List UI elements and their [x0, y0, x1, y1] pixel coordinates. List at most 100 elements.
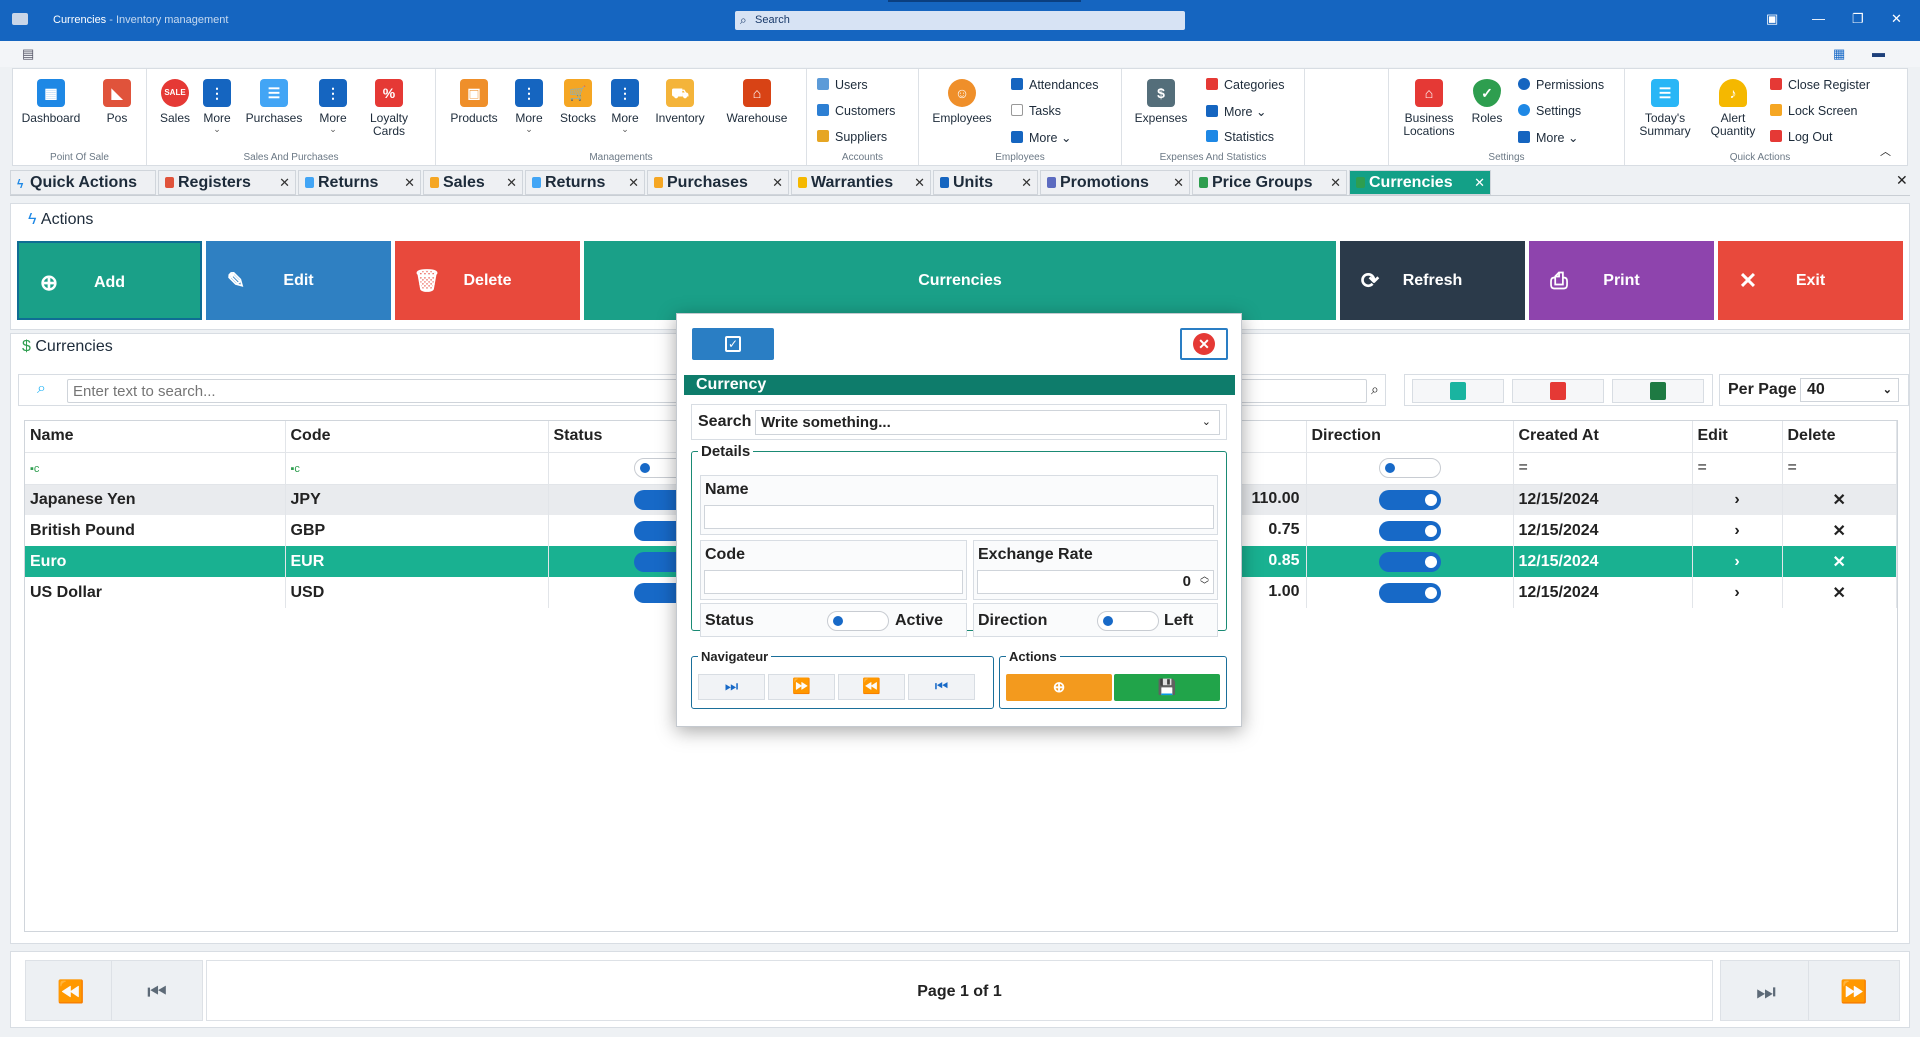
roles-button[interactable]: ✓ Roles [1467, 75, 1507, 125]
delete-row-icon[interactable]: ✕ [1782, 546, 1897, 577]
edit-row-icon[interactable]: › [1692, 577, 1783, 608]
direction-toggle[interactable] [1378, 582, 1441, 603]
tab-warranties[interactable]: Warranties ✕ [791, 170, 931, 195]
tab-promotions[interactable]: Promotions ✕ [1040, 170, 1190, 195]
add-button[interactable]: ⊕ Add [17, 241, 202, 320]
alert-quantity-button[interactable]: ♪ Alert Quantity [1705, 75, 1761, 138]
next-record-button[interactable]: ⏩ [768, 674, 835, 700]
global-search[interactable]: ⌕ Search [735, 11, 1185, 30]
employees-button[interactable]: ☺ Employees [927, 75, 997, 125]
delete-button[interactable]: 🗑 Delete [395, 241, 580, 320]
more-products-button[interactable]: ⋮ More ⌄ [511, 75, 547, 134]
edit-row-icon[interactable]: › [1692, 515, 1783, 546]
permissions-button[interactable]: Permissions [1518, 78, 1604, 92]
tab-quick-actions[interactable]: ϟ Quick Actions [10, 170, 156, 195]
refresh-button[interactable]: ⟳ Refresh [1340, 241, 1525, 320]
date-filter[interactable]: = [1513, 452, 1693, 485]
status-switch[interactable] [827, 611, 889, 631]
maximize-button[interactable]: ❐ [1852, 11, 1864, 27]
dialog-close-button[interactable]: ✕ [1180, 328, 1228, 360]
col-code[interactable]: Code [285, 421, 549, 453]
print-button[interactable]: ⎙ Print [1529, 241, 1714, 320]
sales-button[interactable]: SALE Sales [155, 75, 195, 125]
lock-screen-button[interactable]: Lock Screen [1770, 104, 1857, 118]
tab-currencies[interactable]: Currencies ✕ [1349, 170, 1491, 195]
confirm-button[interactable]: ✓ [692, 328, 774, 360]
close-tab-icon[interactable]: ✕ [279, 171, 290, 195]
tab-returns[interactable]: Returns ✕ [298, 170, 421, 195]
edit-button[interactable]: ✎ Edit [206, 241, 391, 320]
more-employees-button[interactable]: More ⌄ [1011, 130, 1071, 145]
rewind-button[interactable]: ⏪ [25, 960, 117, 1021]
products-button[interactable]: ▣ Products [444, 75, 504, 125]
pos-button[interactable]: ◣ Pos [97, 75, 137, 125]
restore-layout-icon[interactable]: ▣ [1766, 11, 1778, 27]
close-tab-icon[interactable]: ✕ [404, 171, 415, 195]
more-settings-button[interactable]: More ⌄ [1518, 130, 1578, 145]
loyalty-cards-button[interactable]: % Loyalty Cards [359, 75, 419, 138]
more-purchases-button[interactable]: ⋮ More ⌄ [315, 75, 351, 134]
settings-button[interactable]: Settings [1518, 104, 1581, 118]
search-submit-icon[interactable]: ⌕ [1371, 381, 1379, 398]
export-csv-button[interactable] [1412, 379, 1504, 403]
last-record-button[interactable]: ⏭ [698, 674, 765, 700]
direction-switch[interactable] [1097, 611, 1159, 631]
name-field[interactable] [704, 505, 1214, 529]
delete-row-icon[interactable]: ✕ [1782, 515, 1897, 546]
layout-icon[interactable]: ▦ [1833, 46, 1845, 62]
close-tab-icon[interactable]: ✕ [1021, 171, 1032, 195]
more-expenses-button[interactable]: More ⌄ [1206, 104, 1266, 119]
more-stocks-button[interactable]: ⋮ More ⌄ [607, 75, 643, 134]
code-field[interactable] [704, 570, 963, 594]
more-sales-button[interactable]: ⋮ More ⌄ [199, 75, 235, 134]
close-tab-icon[interactable]: ✕ [1173, 171, 1184, 195]
todays-summary-button[interactable]: ☰ Today's Summary [1631, 75, 1699, 138]
business-locations-button[interactable]: ⌂ Business Locations [1395, 75, 1463, 138]
first-page-button[interactable]: ⏮ [111, 960, 203, 1021]
tab-returns-2[interactable]: Returns ✕ [525, 170, 645, 195]
tab-price-groups[interactable]: Price Groups ✕ [1192, 170, 1347, 195]
close-tab-icon[interactable]: ✕ [1330, 171, 1341, 195]
first-record-button[interactable]: ⏮ [908, 674, 975, 700]
minimize-button[interactable]: — [1812, 11, 1825, 26]
close-tab-icon[interactable]: ✕ [506, 171, 517, 195]
log-out-button[interactable]: Log Out [1770, 130, 1832, 144]
suppliers-button[interactable]: Suppliers [817, 130, 887, 144]
expenses-button[interactable]: $ Expenses [1130, 75, 1192, 125]
close-tab-icon[interactable]: ✕ [772, 171, 783, 195]
stocks-button[interactable]: 🛒 Stocks [554, 75, 602, 125]
direction-toggle[interactable] [1378, 551, 1441, 572]
customers-button[interactable]: Customers [817, 104, 895, 118]
users-button[interactable]: Users [817, 78, 868, 92]
close-tab-icon[interactable]: ✕ [914, 171, 925, 195]
close-tab-icon[interactable]: ✕ [628, 171, 639, 195]
code-filter[interactable]: ▪c [285, 452, 549, 485]
export-excel-button[interactable] [1612, 379, 1704, 403]
purchases-button[interactable]: ☰ Purchases [239, 75, 309, 125]
dashboard-button[interactable]: ▦ Dashboard [21, 75, 81, 125]
save-button[interactable]: 💾 [1114, 674, 1220, 701]
edit-row-icon[interactable]: › [1692, 546, 1783, 577]
spinner-icon[interactable]: ︿ ﹀ [1200, 572, 1209, 590]
close-register-button[interactable]: Close Register [1770, 78, 1870, 92]
close-all-tabs-icon[interactable]: ✕ [1896, 172, 1908, 189]
tab-units[interactable]: Units ✕ [933, 170, 1038, 195]
statistics-button[interactable]: Statistics [1206, 130, 1274, 144]
theme-icon[interactable]: ▬ [1872, 45, 1885, 60]
edit-row-icon[interactable]: › [1692, 484, 1783, 515]
exit-button[interactable]: ✕ Exit [1718, 241, 1903, 320]
previous-record-button[interactable]: ⏪ [838, 674, 905, 700]
direction-toggle[interactable] [1378, 489, 1441, 510]
col-name[interactable]: Name [25, 421, 286, 453]
dialog-search-select[interactable]: Write something... ⌄ [755, 410, 1220, 435]
attendances-button[interactable]: Attendances [1011, 78, 1099, 92]
collapse-ribbon-icon[interactable]: ︿ [1880, 143, 1891, 159]
col-direction[interactable]: Direction [1306, 421, 1514, 453]
tab-registers[interactable]: Registers ✕ [158, 170, 296, 195]
tasks-button[interactable]: Tasks [1011, 104, 1061, 118]
export-pdf-button[interactable] [1512, 379, 1604, 403]
inventory-button[interactable]: ⛟ Inventory [649, 75, 711, 125]
categories-button[interactable]: Categories [1206, 78, 1284, 92]
col-created-at[interactable]: Created At [1513, 421, 1693, 453]
warehouse-button[interactable]: ⌂ Warehouse [720, 75, 794, 125]
